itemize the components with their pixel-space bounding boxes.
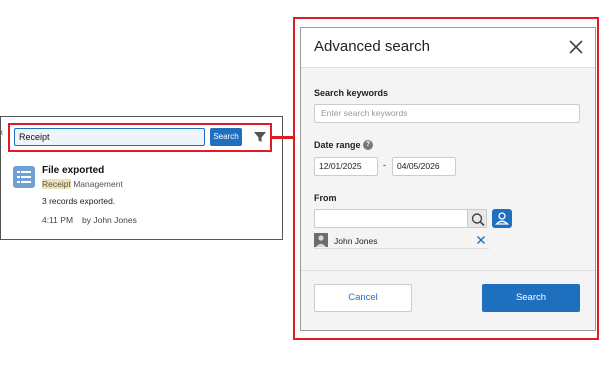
result-time: 4:11 PM: [42, 215, 74, 225]
list-icon: [13, 166, 35, 188]
search-icon: [471, 213, 485, 227]
search-input[interactable]: Receipt: [14, 128, 205, 146]
result-source-rest: Management: [70, 179, 123, 189]
selected-user-name: John Jones: [334, 236, 378, 246]
close-icon[interactable]: [569, 40, 583, 54]
date-range-label: Date range: [314, 140, 361, 150]
avatar: [314, 233, 328, 247]
filter-icon[interactable]: [253, 130, 267, 144]
search-button[interactable]: Search: [210, 128, 242, 146]
date-from-input[interactable]: 12/01/2025: [314, 157, 378, 176]
keywords-label: Search keywords: [314, 88, 389, 98]
dialog-title: Advanced search: [314, 38, 430, 55]
result-detail: 3 records exported.: [42, 196, 116, 206]
help-icon[interactable]: ?: [363, 140, 373, 150]
result-author: by John Jones: [82, 215, 137, 225]
from-label: From: [314, 193, 337, 203]
date-to-input[interactable]: 04/05/2026: [392, 157, 456, 176]
panel-edge-mark: ‹: [0, 127, 4, 138]
keyword-highlight: Receipt: [42, 179, 71, 189]
footer-divider: [301, 270, 595, 271]
result-source: Receipt Management: [42, 179, 123, 189]
result-title[interactable]: File exported: [42, 165, 104, 176]
pick-user-button[interactable]: [492, 209, 512, 228]
keywords-input[interactable]: Enter search keywords: [314, 104, 580, 123]
from-search-button[interactable]: [467, 209, 487, 228]
cancel-button[interactable]: Cancel: [314, 284, 412, 312]
search-submit-button[interactable]: Search: [482, 284, 580, 312]
from-input[interactable]: [314, 209, 468, 228]
remove-user-icon[interactable]: [476, 235, 486, 245]
date-separator: -: [383, 160, 386, 170]
user-icon: [494, 212, 510, 225]
